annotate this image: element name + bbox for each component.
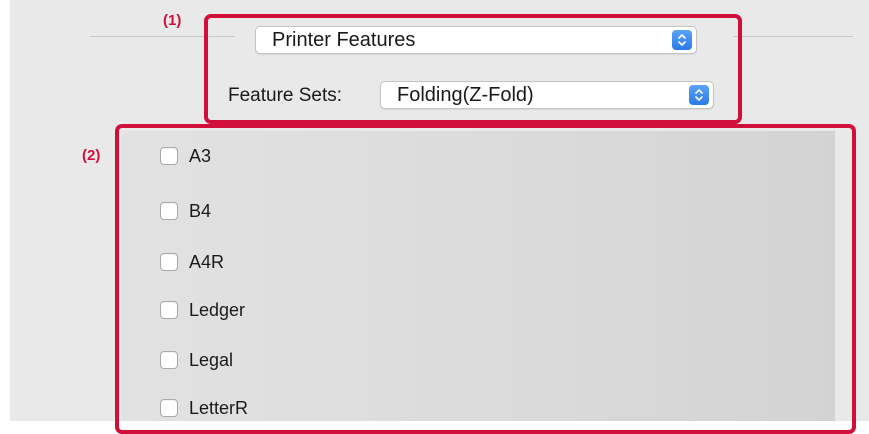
callout-label-2: (2) <box>82 147 101 164</box>
callout-box-1 <box>204 14 742 124</box>
callout-label-1: (1) <box>163 12 182 29</box>
separator-right <box>733 36 853 37</box>
callout-box-2 <box>115 124 856 434</box>
